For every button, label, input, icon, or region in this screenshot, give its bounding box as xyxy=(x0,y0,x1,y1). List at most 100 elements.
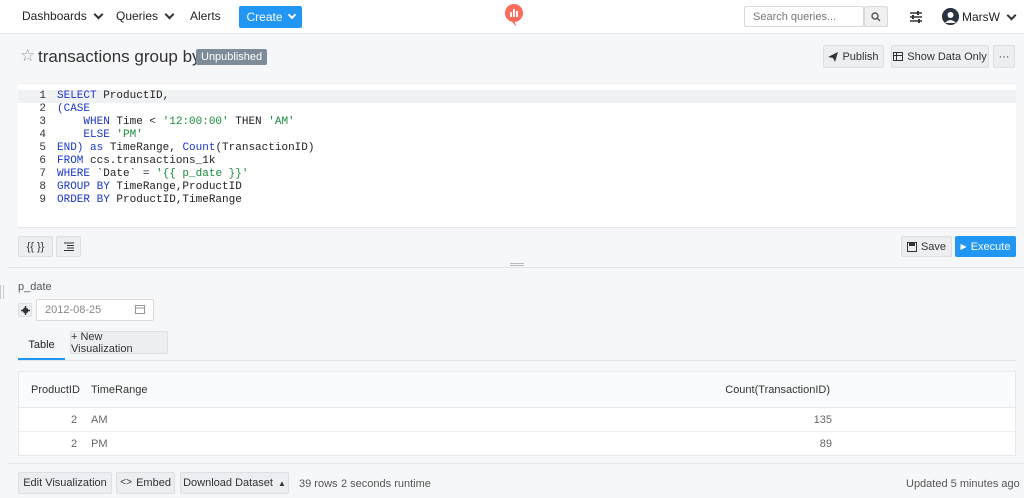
embed-label: Embed xyxy=(136,477,171,489)
line-number: 8 xyxy=(39,181,46,193)
line-number: 1 xyxy=(39,90,46,102)
code-line[interactable]: 1 SELECT ProductID, xyxy=(18,90,1016,103)
publish-label: Publish xyxy=(842,50,879,63)
code-line[interactable]: 3 WHEN Time < '12:00:00' THEN 'AM' xyxy=(18,116,1016,129)
edit-visualization-label: Edit Visualization xyxy=(23,477,107,489)
cell-timerange: PM xyxy=(91,438,108,450)
nav-alerts[interactable]: Alerts xyxy=(190,9,221,23)
results-table: ProductID TimeRange Count(TransactionID)… xyxy=(18,371,1016,456)
code-line[interactable]: 2 (CASE xyxy=(18,103,1016,116)
status-badge: Unpublished xyxy=(196,49,268,65)
code-text: WHEN Time < '12:00:00' THEN 'AM' xyxy=(83,116,295,128)
execute-label: Execute xyxy=(970,240,1011,253)
redash-logo-icon[interactable] xyxy=(504,4,524,28)
format-query-button[interactable] xyxy=(56,236,81,257)
cell-productid: 2 xyxy=(71,414,78,426)
line-number: 4 xyxy=(39,129,46,141)
show-data-only-button[interactable]: Show Data Only xyxy=(891,45,989,68)
nav-dashboards-label: Dashboards xyxy=(22,9,87,23)
calendar-icon[interactable] xyxy=(135,304,145,314)
resize-handle[interactable] xyxy=(510,263,524,266)
line-number: 2 xyxy=(39,103,46,115)
nav-alerts-label: Alerts xyxy=(190,9,221,23)
floppy-disk-icon xyxy=(906,241,917,252)
divider xyxy=(18,227,1016,228)
gear-icon xyxy=(20,305,30,315)
code-text: END) as TimeRange, Count(TransactionID) xyxy=(57,142,315,154)
parameter-label: p_date xyxy=(18,281,52,293)
star-icon[interactable]: ☆ xyxy=(20,46,35,66)
new-visualization-label: + New Visualization xyxy=(71,330,133,355)
execute-button[interactable]: ▶ Execute xyxy=(955,236,1016,257)
embed-button[interactable]: <> Embed xyxy=(116,472,175,494)
code-text: (CASE xyxy=(57,103,91,115)
save-button[interactable]: Save xyxy=(901,236,952,257)
code-line[interactable]: 4 ELSE 'PM' xyxy=(18,129,1016,142)
edit-visualization-button[interactable]: Edit Visualization xyxy=(18,472,112,494)
add-parameter-button[interactable]: {{ }} xyxy=(18,236,53,257)
sql-editor[interactable]: 1 SELECT ProductID, 2 (CASE 3 WHEN Time < '1… xyxy=(18,83,1016,227)
new-visualization-button[interactable]: + New Visualization xyxy=(70,330,168,355)
line-number: 3 xyxy=(39,116,46,128)
paper-plane-icon xyxy=(828,51,839,62)
parameter-settings-button[interactable] xyxy=(18,303,32,317)
nav-dashboards[interactable]: Dashboards xyxy=(22,9,104,23)
line-number: 9 xyxy=(39,194,46,206)
updated-timestamp: Updated 5 minutes ago xyxy=(906,478,1020,490)
code-icon: <> xyxy=(120,477,133,489)
code-line[interactable]: 7 WHERE `Date` = '{{ p_date }}' xyxy=(18,168,1016,181)
search-input[interactable] xyxy=(744,6,864,27)
code-text: ELSE 'PM' xyxy=(83,129,143,141)
play-icon: ▶ xyxy=(960,242,967,251)
runtime: 2 seconds runtime xyxy=(341,478,431,490)
sliders-icon[interactable] xyxy=(908,9,924,25)
more-options-button[interactable]: ··· xyxy=(993,45,1015,68)
line-number: 5 xyxy=(39,142,46,154)
avatar[interactable] xyxy=(942,8,959,25)
table-row: 2 AM 135 xyxy=(19,408,1015,432)
nav-queries-label: Queries xyxy=(116,9,159,23)
ellipsis-icon: ··· xyxy=(998,50,1010,63)
code-line[interactable]: 9 ORDER BY ProductID,TimeRange xyxy=(18,194,1016,207)
table-row: 2 PM 89 xyxy=(19,432,1015,455)
cell-count: 135 xyxy=(813,414,832,426)
chevron-down-icon xyxy=(287,10,296,20)
user-menu[interactable]: MarsW xyxy=(962,10,1017,24)
show-data-only-label: Show Data Only xyxy=(907,50,987,63)
code-text: GROUP BY TimeRange,ProductID xyxy=(57,181,242,193)
nav-queries[interactable]: Queries xyxy=(116,9,175,23)
code-text: FROM ccs.transactions_1k xyxy=(57,155,216,167)
chevron-down-icon xyxy=(93,9,104,19)
publish-button[interactable]: Publish xyxy=(823,45,884,68)
column-header-timerange[interactable]: TimeRange xyxy=(91,384,147,396)
line-number: 6 xyxy=(39,155,46,167)
code-line[interactable]: 5 END) as TimeRange, Count(TransactionID) xyxy=(18,142,1016,155)
download-dataset-button[interactable]: Download Dataset ▲ xyxy=(180,472,289,494)
chevron-down-icon xyxy=(164,9,175,19)
page-title[interactable]: transactions group by xyxy=(38,47,201,67)
cell-timerange: AM xyxy=(91,414,108,426)
row-count: 39 rows xyxy=(299,478,338,490)
parameter-braces-icon: {{ }} xyxy=(26,240,45,253)
search-button[interactable] xyxy=(864,6,888,27)
tab-table[interactable]: Table xyxy=(18,331,65,360)
indent-icon xyxy=(63,242,74,251)
code-line[interactable]: 6 FROM ccs.transactions_1k xyxy=(18,155,1016,168)
code-line[interactable]: 8 GROUP BY TimeRange,ProductID xyxy=(18,181,1016,194)
code-text: SELECT ProductID, xyxy=(57,90,170,102)
tab-table-label: Table xyxy=(28,338,55,351)
table-header xyxy=(19,372,1015,408)
column-header-productid[interactable]: ProductID xyxy=(31,384,80,396)
create-label: Create xyxy=(246,10,283,24)
create-button[interactable]: Create xyxy=(239,6,302,28)
search-icon xyxy=(871,11,881,21)
table-icon xyxy=(893,52,904,61)
cell-productid: 2 xyxy=(71,438,78,450)
line-number: 7 xyxy=(39,168,46,180)
download-dataset-label: Download Dataset xyxy=(183,477,273,489)
chevron-down-icon xyxy=(1006,10,1017,20)
column-header-count[interactable]: Count(TransactionID) xyxy=(725,384,830,396)
code-text: ORDER BY ProductID,TimeRange xyxy=(57,194,242,206)
save-label: Save xyxy=(920,240,947,253)
sidebar-resize-handle[interactable] xyxy=(0,285,4,299)
